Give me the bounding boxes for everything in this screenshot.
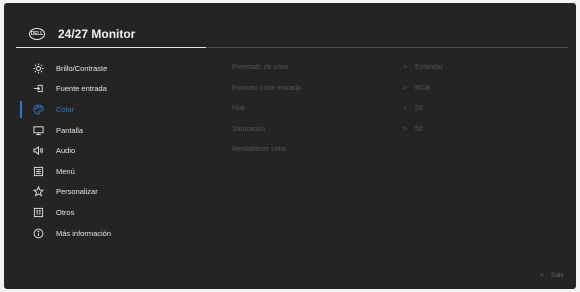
chevron-right-icon: > [403,125,408,133]
option-preestab-color[interactable]: Preestab. de color > Estándar [232,61,562,82]
main-menu: Brillo/Contraste Fuente entrada Color Pa… [4,58,204,243]
menu-item-brillo-contraste[interactable]: Brillo/Contraste [4,58,204,79]
chevron-right-icon: > [403,84,408,92]
option-saturacion[interactable]: Saturación > 50 [232,123,562,144]
option-hue[interactable]: Hue > 50 [232,102,562,123]
option-label: Saturación [232,125,266,133]
option-value: Estándar [415,64,444,71]
menu-item-personalizar[interactable]: Personalizar [4,182,204,203]
others-icon [32,206,44,218]
menu-item-label: Audio [56,146,76,156]
menu-item-label: Otros [56,207,75,217]
color-submenu: Preestab. de color > Estándar Formato co… [232,61,562,164]
display-icon [32,124,44,136]
brightness-icon [32,62,44,74]
chevron-left-icon: < [540,272,544,279]
chevron-right-icon: > [403,105,408,113]
menu-icon [32,165,44,177]
menu-item-otros[interactable]: Otros [4,202,204,223]
menu-item-label: Fuente entrada [56,84,107,94]
menu-item-label: Pantalla [56,125,84,135]
menu-item-mas-informacion[interactable]: Más información [4,223,204,244]
star-icon [32,186,44,198]
speaker-icon [32,145,44,157]
menu-item-color[interactable]: Color [4,99,204,120]
option-formato-color-entrada[interactable]: Formato color entrada > RGB [232,82,562,103]
menu-item-menu[interactable]: Menú [4,161,204,182]
input-source-icon [32,83,44,95]
option-label: Hue [232,105,245,113]
monitor-osd-window: DELL 24/27 Monitor Brillo/Contraste Fuen… [4,3,576,289]
active-indicator [20,101,22,119]
exit-label: Salir [550,272,564,279]
exit-button[interactable]: < Salir [540,272,564,279]
option-value: 50 [415,125,423,133]
option-label: Restablecer color [232,146,287,154]
menu-item-label: Brillo/Contraste [56,63,108,73]
menu-item-audio[interactable]: Audio [4,140,204,161]
color-palette-icon [32,103,44,115]
osd-title: 24/27 Monitor [58,27,136,41]
option-label: Formato color entrada [232,84,301,92]
osd-header: DELL 24/27 Monitor [4,3,576,47]
header-divider-active [16,47,206,48]
option-restablecer-color[interactable]: Restablecer color [232,143,562,164]
menu-item-fuente-entrada[interactable]: Fuente entrada [4,79,204,100]
header-divider [206,47,568,48]
option-value: 50 [415,105,423,113]
option-label: Preestab. de color [232,64,289,71]
menu-item-label: Personalizar [56,187,98,197]
menu-item-label: Menú [56,166,75,176]
menu-item-label: Más información [56,228,112,238]
dell-logo: DELL [29,28,45,40]
option-value: RGB [415,84,431,92]
chevron-right-icon: > [403,64,408,71]
info-icon [32,227,44,239]
menu-item-label: Color [56,104,74,114]
menu-item-pantalla[interactable]: Pantalla [4,120,204,141]
